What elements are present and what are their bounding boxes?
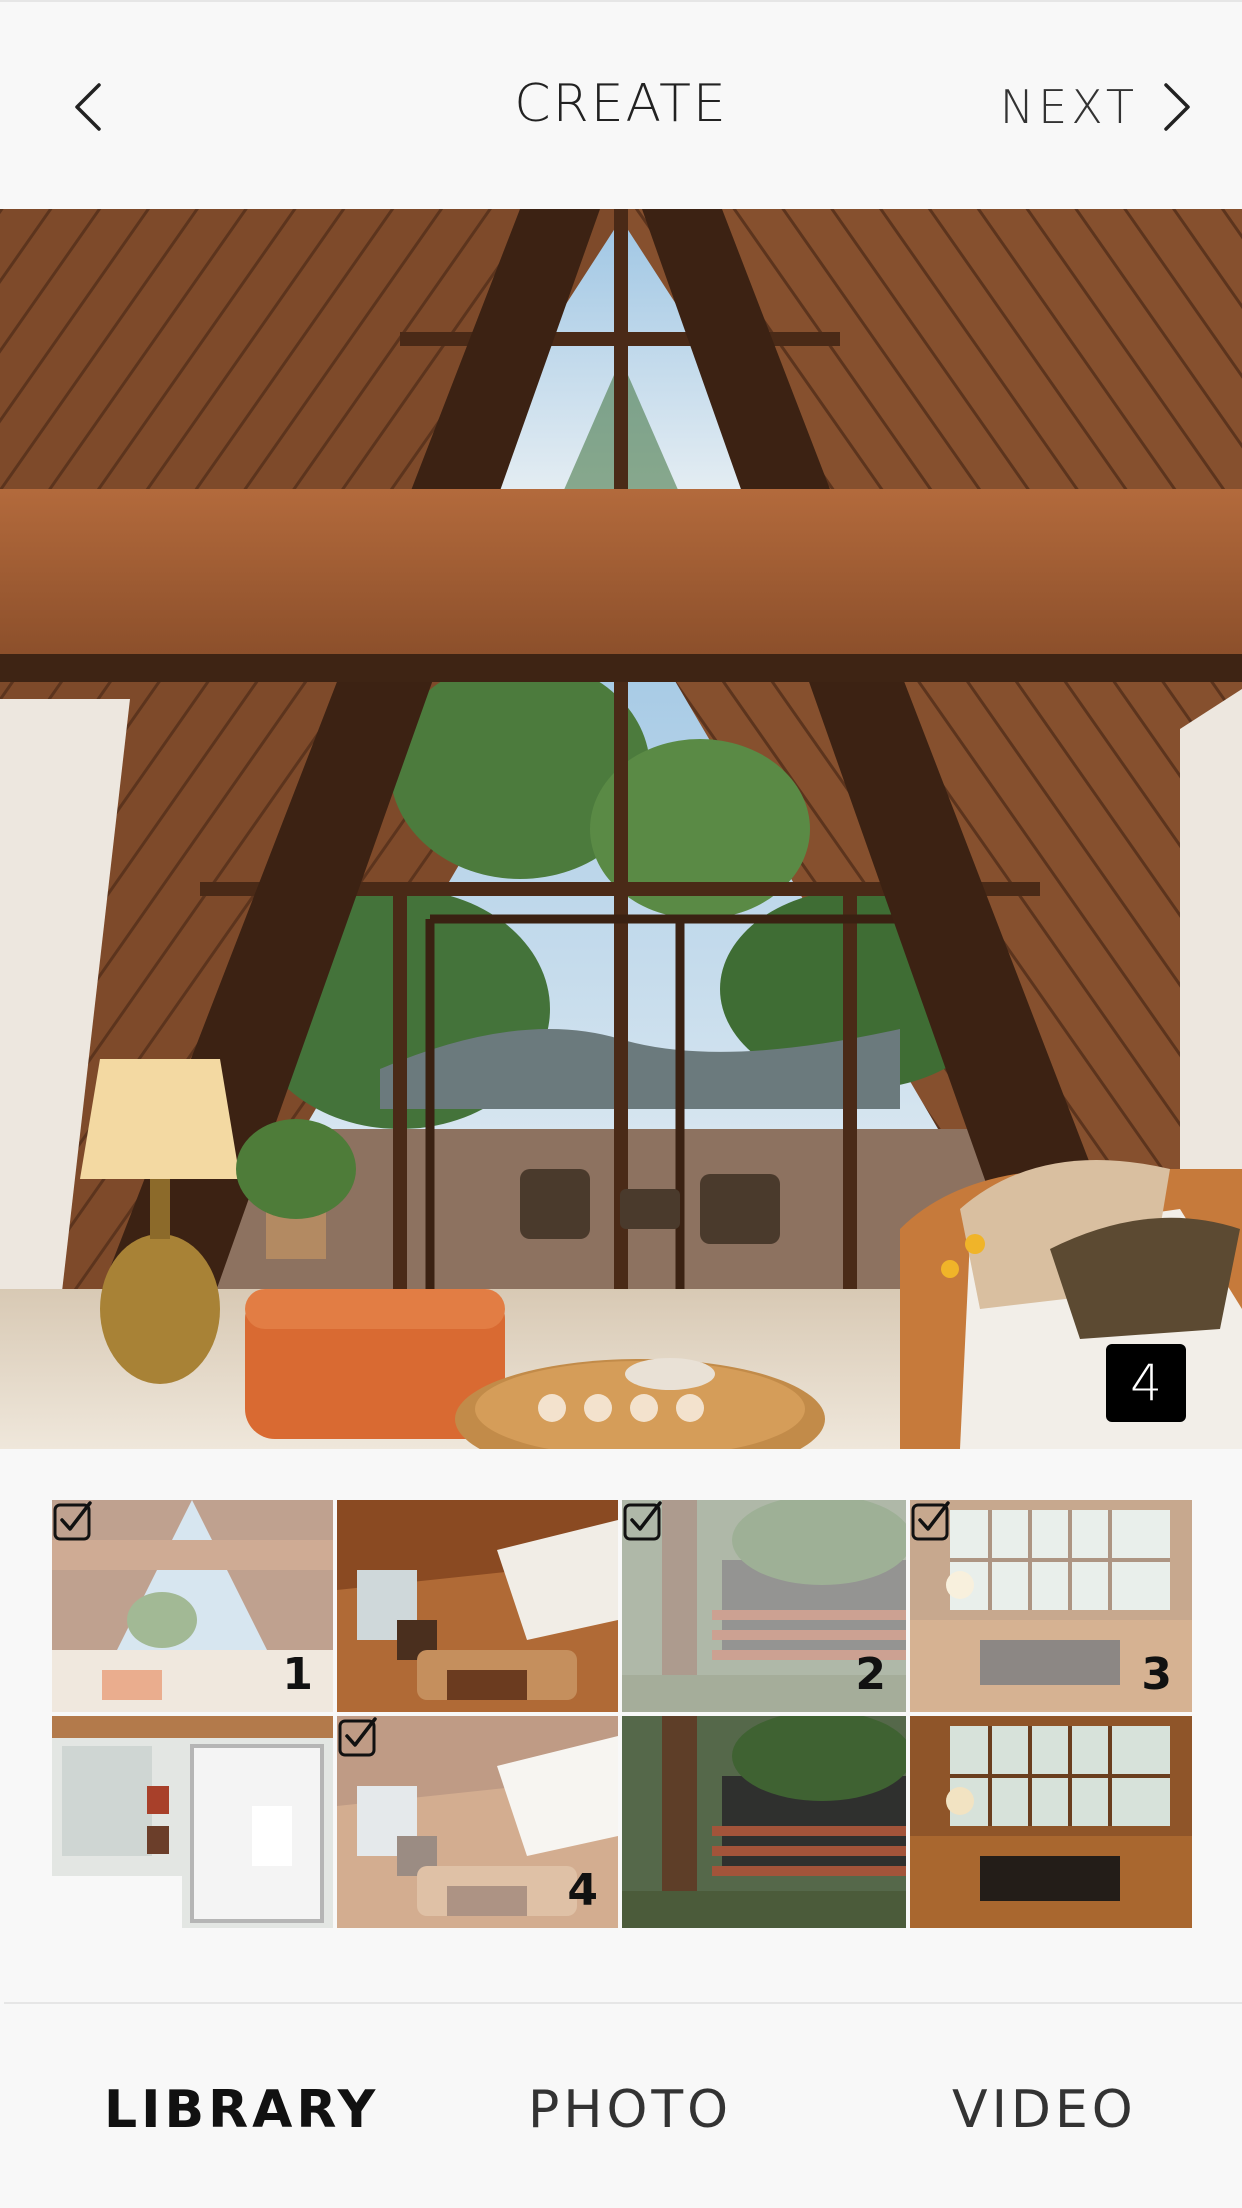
pager-dots[interactable] bbox=[0, 1394, 1242, 1424]
thumbnail-tile[interactable] bbox=[52, 1716, 333, 1928]
pager-dot[interactable] bbox=[584, 1394, 612, 1422]
tab-video[interactable]: VIDEO bbox=[952, 2080, 1137, 2140]
thumbnail-tile[interactable]: 1 bbox=[52, 1500, 333, 1712]
selection-order: 1 bbox=[282, 1649, 313, 1700]
preview-image[interactable] bbox=[0, 209, 1242, 1449]
pager-dot[interactable] bbox=[676, 1394, 704, 1422]
checkbox-checked-icon[interactable] bbox=[622, 1500, 664, 1542]
selection-order: 2 bbox=[855, 1649, 886, 1700]
selected-count-badge: 4 bbox=[1106, 1344, 1186, 1422]
photo-library-grid: 1 2 3 4 bbox=[52, 1500, 1192, 1928]
checkbox-checked-icon[interactable] bbox=[910, 1500, 952, 1542]
thumbnail-bathroom-photo bbox=[52, 1716, 333, 1928]
bottom-tab-bar: LIBRARY PHOTO VIDEO bbox=[0, 2004, 1242, 2208]
checkbox-checked-icon[interactable] bbox=[52, 1500, 94, 1542]
thumbnail-bright-living-room-photo bbox=[910, 1716, 1192, 1928]
checkbox-checked-icon[interactable] bbox=[337, 1716, 379, 1758]
a-frame-interior-photo bbox=[0, 209, 1242, 1449]
thumbnail-tile[interactable]: 3 bbox=[910, 1500, 1192, 1712]
thumbnail-tile[interactable]: 4 bbox=[337, 1716, 618, 1928]
pager-dot[interactable] bbox=[630, 1394, 658, 1422]
tab-library[interactable]: LIBRARY bbox=[104, 2080, 379, 2140]
thumbnail-tile[interactable] bbox=[337, 1500, 618, 1712]
pager-dot[interactable] bbox=[538, 1394, 566, 1422]
thumbnail-cabin-exterior-photo bbox=[622, 1716, 906, 1928]
selection-order: 4 bbox=[567, 1865, 598, 1916]
selection-order: 3 bbox=[1141, 1649, 1172, 1700]
next-button[interactable]: NEXT bbox=[1000, 72, 1194, 142]
thumbnail-tile[interactable] bbox=[910, 1716, 1192, 1928]
header-bar: CREATE NEXT bbox=[0, 2, 1242, 208]
thumbnail-wood-living-room-photo bbox=[337, 1500, 618, 1712]
thumbnail-tile[interactable] bbox=[622, 1716, 906, 1928]
next-label: NEXT bbox=[999, 80, 1138, 134]
thumbnail-tile[interactable]: 2 bbox=[622, 1500, 906, 1712]
chevron-right-icon bbox=[1164, 83, 1190, 131]
tab-photo[interactable]: PHOTO bbox=[528, 2080, 732, 2140]
